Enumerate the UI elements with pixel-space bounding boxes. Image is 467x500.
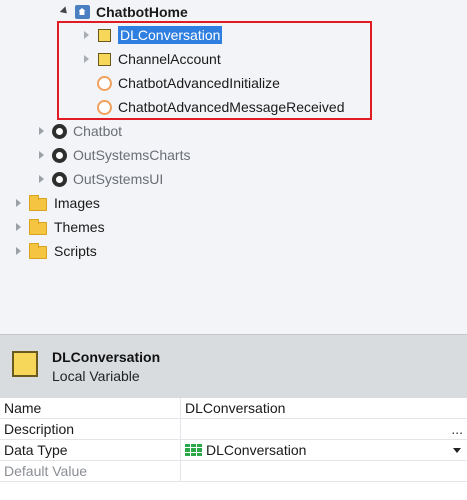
tree-node-label: OutSystemsCharts [73, 147, 191, 163]
tree-node-scripts[interactable]: Scripts [13, 240, 97, 262]
tree-node-chatbothome[interactable]: ChatbotHome [59, 1, 188, 23]
name-field[interactable]: DLConversation [185, 400, 285, 416]
expand-arrow-icon[interactable] [13, 198, 23, 208]
record-list-icon [185, 444, 202, 456]
expand-arrow-icon[interactable] [13, 222, 23, 232]
properties-grid: Name DLConversation Description ... Data… [0, 398, 467, 482]
tree-node-outsystemsui[interactable]: OutSystemsUI [36, 168, 163, 190]
more-options-button[interactable]: ... [451, 421, 463, 437]
property-row-default-value[interactable]: Default Value [0, 461, 467, 482]
folder-icon [28, 218, 48, 235]
highlight-box [57, 21, 372, 120]
tree-node-label: Scripts [54, 243, 97, 259]
tree-node-label: ChatbotHome [96, 4, 188, 20]
chevron-down-icon[interactable] [453, 448, 461, 453]
property-row-data-type[interactable]: Data Type DLConversation [0, 440, 467, 461]
expand-arrow-icon[interactable] [36, 174, 46, 184]
property-label: Default Value [4, 463, 88, 479]
properties-title: DLConversation [52, 349, 161, 365]
tree-node-images[interactable]: Images [13, 192, 100, 214]
expand-arrow-icon[interactable] [13, 246, 23, 256]
tree-node-label: Images [54, 195, 100, 211]
folder-icon [28, 242, 48, 259]
tree-node-themes[interactable]: Themes [13, 216, 105, 238]
tree-node-outsystemscharts[interactable]: OutSystemsCharts [36, 144, 190, 166]
properties-header: DLConversation Local Variable [0, 334, 467, 398]
module-icon [51, 123, 67, 139]
tree-node-label: OutSystemsUI [73, 171, 164, 187]
data-type-select[interactable]: DLConversation [185, 442, 306, 458]
property-row-name[interactable]: Name DLConversation [0, 398, 467, 419]
property-label: Data Type [4, 442, 68, 458]
local-variable-icon [12, 351, 38, 377]
tree-node-chatbot[interactable]: Chatbot [36, 120, 122, 142]
tree-node-label: Themes [54, 219, 105, 235]
data-type-value: DLConversation [206, 442, 307, 458]
webflow-icon [74, 4, 90, 20]
property-row-description[interactable]: Description ... [0, 419, 467, 440]
expand-arrow-icon[interactable] [36, 126, 46, 136]
expand-arrow-icon[interactable] [36, 150, 46, 160]
folder-icon [28, 194, 48, 211]
properties-subtitle: Local Variable [52, 368, 140, 384]
collapse-arrow-icon[interactable] [59, 6, 70, 17]
property-label: Name [4, 400, 42, 416]
module-icon [51, 171, 67, 187]
tree-node-label: Chatbot [73, 123, 123, 139]
property-label: Description [4, 421, 75, 437]
elements-tree: ChatbotHome DLConversation ChannelAccoun… [0, 0, 467, 334]
module-icon [51, 147, 67, 163]
